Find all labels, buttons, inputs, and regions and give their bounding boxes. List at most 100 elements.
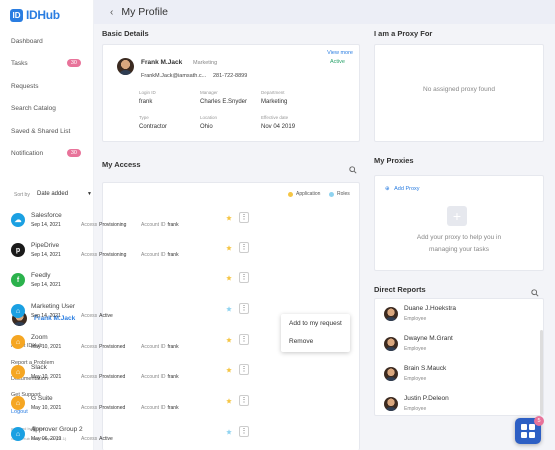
sidebar-item-label: Dashboard	[11, 37, 43, 45]
star-icon	[226, 337, 232, 343]
chevron-left-icon[interactable]: ‹	[110, 7, 113, 18]
access-row[interactable]: ⌂ Approver Group 2 May 06, 2019 Access Activ…	[9, 424, 255, 450]
sidebar-item-dashboard[interactable]: Dashboard	[11, 34, 81, 48]
my-proxies-title: My Proxies	[374, 156, 414, 165]
sort-dropdown[interactable]: Date added	[37, 191, 68, 197]
search-icon[interactable]	[531, 289, 539, 297]
star-icon	[226, 367, 232, 373]
access-row[interactable]: ☁ Salesforce Sep 14, 2021 Access Provisionin…	[9, 210, 255, 236]
page-title: My Profile	[121, 6, 169, 18]
list-item[interactable]: Brain S.Mauck Employee	[383, 365, 533, 387]
remove-menu-item[interactable]: Remove	[289, 338, 313, 345]
access-name: Salesforce	[31, 212, 62, 219]
access-label: Access	[81, 405, 98, 411]
feedly-icon: f	[11, 273, 25, 287]
application-dot-icon	[288, 191, 293, 197]
account-label: Account ID	[141, 344, 166, 350]
field-label: Manager	[200, 90, 218, 95]
sidebar-item-notification[interactable]: Notification 30	[11, 146, 81, 160]
chevron-down-icon[interactable]: ▼	[87, 191, 92, 197]
account-value: frank	[167, 405, 179, 411]
profile-email: FrankM.Jack@iamsath.c...	[141, 73, 207, 79]
proxy-for-title: I am a Proxy For	[374, 29, 433, 38]
field-value: Nov 04 2019	[261, 124, 296, 130]
add-to-request-menu-item[interactable]: Add to my request	[289, 320, 342, 327]
more-options-button[interactable]: ⋮	[239, 364, 249, 375]
field-value: Marketing	[261, 99, 288, 105]
report-role: Employee	[404, 346, 427, 352]
access-status: Access Active	[81, 313, 113, 319]
field-value: Ohio	[200, 124, 213, 130]
more-options-button[interactable]: ⋮	[239, 395, 249, 406]
field-value: Contractor	[139, 124, 168, 130]
sidebar-item-tasks[interactable]: Tasks 30	[11, 56, 81, 70]
more-options-button[interactable]: ⋮	[239, 334, 249, 345]
add-proxy-button[interactable]: ⊕ Add Proxy	[385, 186, 420, 192]
list-item[interactable]: Justin P.Deleon Employee	[383, 395, 533, 417]
access-date: Sep 14, 2021	[31, 222, 61, 228]
access-row[interactable]: p PipeDrive Sep 14, 2021 Access Provisioning…	[9, 240, 255, 266]
roles-dot-icon	[329, 191, 334, 197]
more-options-button[interactable]: ⋮	[239, 426, 249, 437]
access-date: May 10, 2021	[31, 374, 62, 380]
search-icon[interactable]	[349, 166, 357, 174]
access-value: Active	[99, 436, 113, 442]
avatar	[117, 58, 134, 75]
access-status: Access Provisioned	[81, 344, 125, 350]
app-badge-icon: ⌂	[11, 365, 25, 379]
salesforce-icon: ☁	[11, 213, 25, 227]
report-name: Justin P.Deleon	[404, 395, 449, 402]
star-icon	[226, 245, 232, 251]
sidebar-item-requests[interactable]: Requests	[11, 79, 81, 93]
account-id: Account ID frank	[141, 405, 179, 411]
more-options-button[interactable]: ⋮	[239, 272, 249, 283]
sidebar-item-label: Search Catalog	[11, 104, 56, 112]
more-options-button[interactable]: ⋮	[239, 212, 249, 223]
access-value: Active	[99, 313, 113, 319]
access-status: Access Active	[81, 436, 113, 442]
more-options-button[interactable]: ⋮	[239, 303, 249, 314]
list-item[interactable]: Duane J.Hoekstra Employee	[383, 305, 533, 327]
account-id: Account ID frank	[141, 344, 179, 350]
account-value: frank	[167, 222, 179, 228]
legend-roles: Roles	[329, 191, 350, 197]
grid-cell	[521, 424, 527, 430]
account-id: Account ID frank	[141, 252, 179, 258]
field-label: Type	[139, 115, 149, 120]
report-role: Employee	[404, 316, 427, 322]
report-role: Employee	[404, 376, 427, 382]
sidebar-item-label: Requests	[11, 82, 39, 90]
role-icon: ⌂	[11, 304, 25, 318]
scrollbar[interactable]	[540, 330, 543, 415]
account-id: Account ID frank	[141, 374, 179, 380]
more-options-button[interactable]: ⋮	[239, 242, 249, 253]
logo-mark: ID	[10, 8, 23, 22]
access-status: Access Provisioned	[81, 405, 125, 411]
access-label: Access	[81, 436, 98, 442]
view-more-link[interactable]: View more	[327, 50, 353, 56]
sidebar-item-label: Tasks	[11, 59, 28, 67]
star-icon	[226, 215, 232, 221]
sidebar-item-saved-shared-list[interactable]: Saved & Shared List	[11, 124, 81, 138]
access-name: Zoom	[31, 334, 48, 341]
access-status: Access Provisioning	[81, 222, 126, 228]
avatar	[384, 307, 398, 321]
access-date: May 10, 2021	[31, 344, 62, 350]
access-name: PipeDrive	[31, 242, 60, 249]
field-label: Login ID	[139, 90, 156, 95]
sidebar-item-search-catalog[interactable]: Search Catalog	[11, 101, 81, 115]
access-row[interactable]: ⌂ G Suite May 10, 2021 Access Provisioned Acc…	[9, 393, 255, 419]
access-row[interactable]: ⌂ Marketing User Sep 14, 2021 Access Active ⋮	[9, 301, 255, 327]
access-row[interactable]: ⌂ Slack May 10, 2021 Access Provisioned Accou…	[9, 362, 255, 388]
access-row[interactable]: f Feedly Sep 14, 2021 ⋮	[9, 270, 255, 296]
avatar	[384, 397, 398, 411]
field-value: frank	[139, 99, 153, 105]
access-status: Access Provisioning	[81, 252, 126, 258]
proxy-empty-line2: managing your tasks	[429, 246, 489, 253]
list-item[interactable]: Dwayne M.Grant Employee	[383, 335, 533, 357]
access-row[interactable]: ⌂ Zoom May 10, 2021 Access Provisioned Accoun…	[9, 332, 255, 358]
avatar	[384, 367, 398, 381]
access-date: May 06, 2019	[31, 436, 62, 442]
access-value: Provisioning	[99, 222, 127, 228]
logo[interactable]: ID IDHub	[10, 8, 60, 22]
